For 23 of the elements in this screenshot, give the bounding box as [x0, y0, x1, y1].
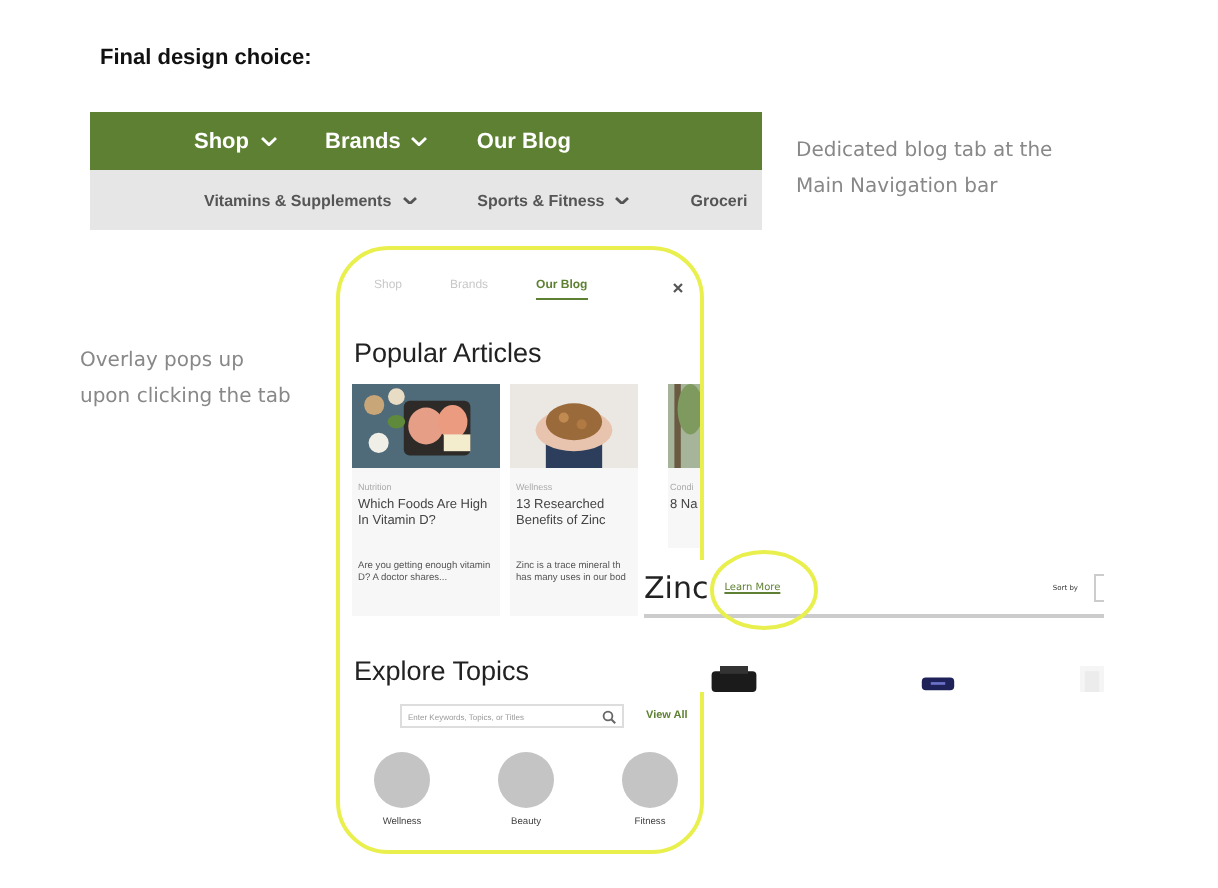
nav-tab[interactable]: Brands	[325, 129, 429, 153]
slide-heading: Final design choice:	[100, 46, 312, 70]
category-link[interactable]: Sports & Fitness	[477, 191, 631, 209]
annotation-text: Dedicated blog tab at the Main Navigation bar	[796, 138, 1055, 202]
category-link[interactable]: Groceri	[690, 191, 748, 209]
topic-image[interactable]	[622, 752, 678, 808]
section-heading: Popular Articles	[354, 338, 544, 368]
section-heading: Explore Topics	[354, 656, 532, 686]
nav-tab[interactable]: Our Blog	[476, 129, 571, 153]
close-icon[interactable]	[672, 282, 684, 294]
topic-image[interactable]	[498, 752, 554, 808]
topic-image[interactable]	[374, 752, 430, 808]
search-icon	[602, 709, 616, 723]
category-title: Zinc	[644, 569, 709, 605]
category-link[interactable]: Vitamins & Supplements	[204, 191, 418, 209]
chevron-icon	[410, 135, 429, 147]
chevron-icon	[614, 195, 631, 205]
highlight-ellipse	[708, 548, 820, 632]
annotation-text: Overlay pops up upon clicking the tab	[80, 348, 292, 412]
sort-dropdown[interactable]	[1094, 573, 1104, 601]
chevron-icon	[401, 195, 418, 205]
chevron-icon	[259, 135, 277, 147]
nav-tab[interactable]: Shop	[194, 129, 277, 153]
